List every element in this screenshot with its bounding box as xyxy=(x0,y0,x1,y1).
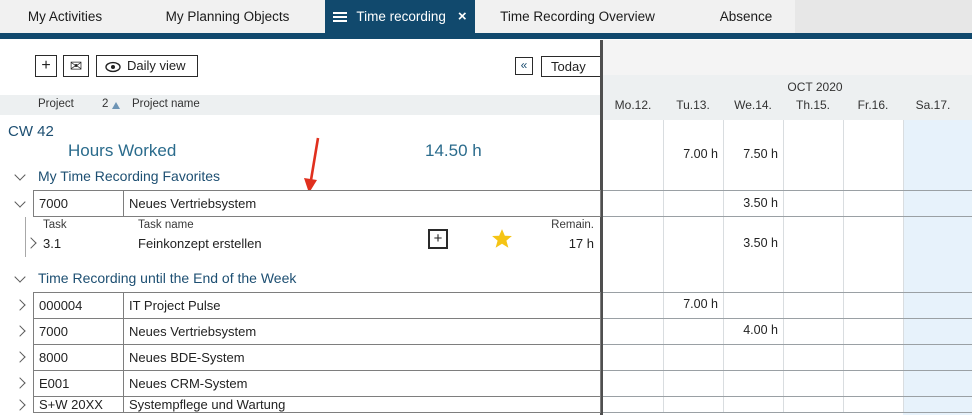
day-header-tu: Tu.13. xyxy=(676,98,710,112)
day-value-cell[interactable]: 7.00 h xyxy=(663,297,718,311)
row-grid-line xyxy=(603,344,972,345)
envelope-icon: ✉ xyxy=(69,58,83,75)
day-value-cell[interactable]: 7.00 h xyxy=(663,147,718,161)
mail-button[interactable]: ✉ xyxy=(63,55,89,77)
hamburger-menu-icon[interactable] xyxy=(333,12,348,22)
today-button[interactable]: Today xyxy=(541,56,602,77)
sort-order-badge[interactable]: 2 xyxy=(102,98,108,110)
day-header-fr: Fr.16. xyxy=(857,98,889,112)
day-header-we: We.14. xyxy=(734,98,772,112)
collapse-favorites-icon[interactable] xyxy=(14,169,26,181)
task-row-day-values: 3.50 h xyxy=(0,236,972,254)
tab-my-activities[interactable]: My Activities xyxy=(0,0,130,33)
collapse-week-section-icon[interactable] xyxy=(14,271,26,283)
row-grid-line xyxy=(603,396,972,397)
column-header-project-name[interactable]: Project name xyxy=(132,98,200,110)
row-grid-line xyxy=(603,370,972,371)
calendar-top-strip xyxy=(603,40,972,75)
column-header-project[interactable]: Project xyxy=(38,98,74,110)
row-day-values xyxy=(0,349,972,367)
daily-view-button[interactable]: Daily view xyxy=(96,55,198,77)
row-grid-line xyxy=(603,190,972,191)
day-header-sa: Sa.17. xyxy=(915,98,951,112)
row-grid-line xyxy=(603,216,972,217)
day-value-cell[interactable]: 7.50 h xyxy=(723,147,778,161)
row-grid-line xyxy=(603,292,972,293)
task-name-column-header: Task name xyxy=(138,219,194,231)
tab-time-recording-label: Time recording xyxy=(356,9,446,24)
row-grid-line xyxy=(603,318,972,319)
tab-time-recording-overview[interactable]: Time Recording Overview xyxy=(475,0,680,33)
tab-my-planning-objects[interactable]: My Planning Objects xyxy=(130,0,325,33)
daily-view-label: Daily view xyxy=(127,58,186,73)
previous-period-button[interactable]: « xyxy=(515,57,533,75)
month-label: OCT 2020 xyxy=(787,80,843,94)
eye-icon xyxy=(105,61,121,73)
favorites-row-day-values: 3.50 h xyxy=(0,196,972,214)
day-value-cell[interactable]: 3.50 h xyxy=(723,196,778,210)
sort-ascending-icon xyxy=(112,102,120,109)
day-header-mo: Mo.12. xyxy=(614,98,652,112)
table-header-band xyxy=(0,95,600,115)
tab-bar-underline xyxy=(0,33,972,39)
time-recording-app: My Activities My Planning Objects Time r… xyxy=(0,0,972,415)
row-day-values xyxy=(0,375,972,393)
week-section-title[interactable]: Time Recording until the End of the Week xyxy=(38,270,296,286)
day-value-cell[interactable]: 4.00 h xyxy=(723,323,778,337)
row-day-values: 4.00 h xyxy=(0,323,972,341)
tab-bar: My Activities My Planning Objects Time r… xyxy=(0,0,972,33)
row-day-values xyxy=(0,398,972,415)
red-annotation-arrow xyxy=(304,137,320,193)
row-day-values: 7.00 h xyxy=(0,297,972,315)
tab-time-recording[interactable]: Time recording × xyxy=(325,0,475,33)
close-tab-icon[interactable]: × xyxy=(458,0,467,33)
favorites-section-title[interactable]: My Time Recording Favorites xyxy=(38,168,220,184)
hours-worked-day-values: 7.00 h 7.50 h xyxy=(0,147,972,165)
task-column-header: Task xyxy=(43,219,67,231)
day-header-th: Th.15. xyxy=(795,98,831,112)
tab-bar-filler xyxy=(795,0,972,33)
day-value-cell[interactable]: 3.50 h xyxy=(723,236,778,250)
tab-absence[interactable]: Absence xyxy=(680,0,812,33)
add-button[interactable]: + xyxy=(35,55,57,77)
calendar-week-label: CW 42 xyxy=(8,123,54,140)
